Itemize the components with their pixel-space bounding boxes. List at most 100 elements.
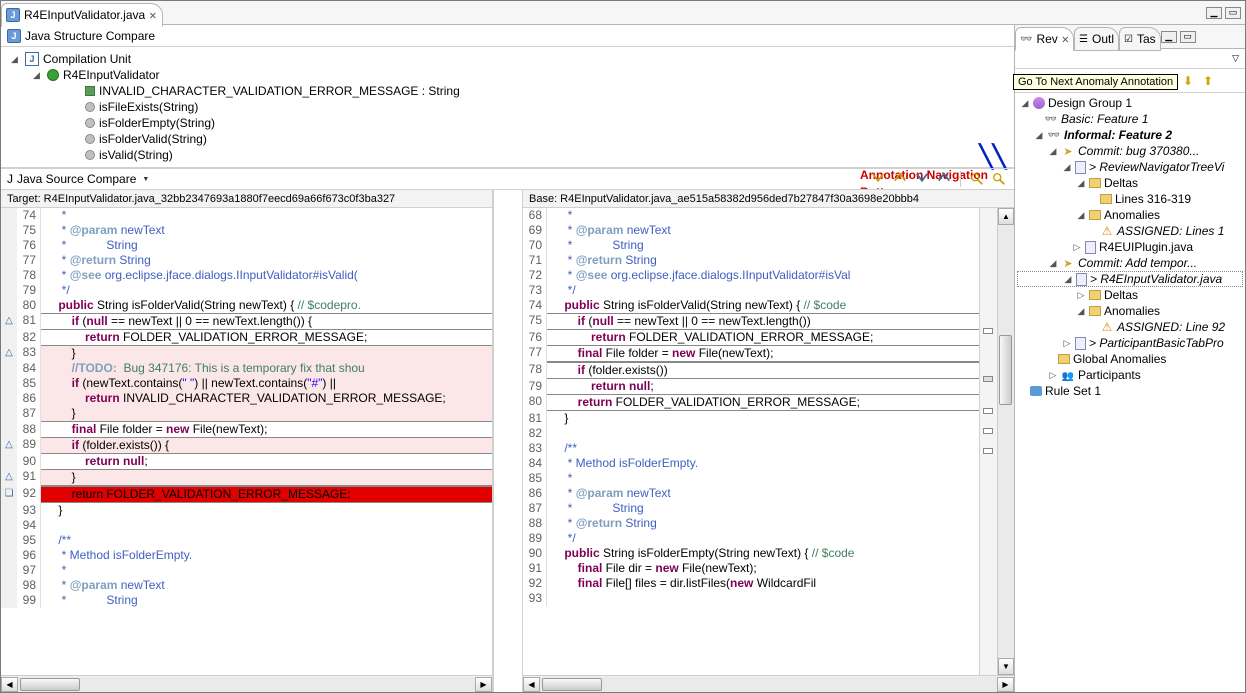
scroll-up-icon[interactable]: ▲	[998, 208, 1014, 225]
tree-node-method[interactable]: isValid(String)	[7, 147, 1008, 163]
base-scroll-v[interactable]: ▲ ▼	[997, 208, 1014, 675]
anomalies-icon	[1089, 210, 1101, 220]
group-icon	[1033, 97, 1045, 109]
tree-node-selected[interactable]: ◢> R4EInputValidator.java	[1017, 271, 1243, 287]
tree-node-method[interactable]: isFolderValid(String)	[7, 131, 1008, 147]
outline-icon: ☰	[1079, 34, 1088, 45]
file-icon	[1076, 273, 1087, 286]
next-diff-button[interactable]	[869, 170, 887, 188]
file-icon	[1075, 337, 1086, 350]
tree-node[interactable]: 👓Basic: Feature 1	[1017, 111, 1243, 127]
file-icon	[1085, 241, 1096, 254]
target-header: Target: R4EInputValidator.java_32bb23476…	[1, 190, 492, 208]
warn-icon	[1100, 224, 1114, 238]
warn-icon	[1100, 320, 1114, 334]
source-compare-title: Java Source Compare	[17, 172, 136, 186]
tree-node[interactable]: ◢👓Informal: Feature 2	[1017, 127, 1243, 143]
minimize-button[interactable]: ▁	[1161, 31, 1177, 43]
java-file-icon: J	[6, 8, 20, 22]
tree-node[interactable]: ▷Participants	[1017, 367, 1243, 383]
tree-node[interactable]: ◢Design Group 1	[1017, 95, 1243, 111]
tree-node[interactable]: ▷> ParticipantBasicTabPro	[1017, 335, 1243, 351]
expand-icon[interactable]: ◢	[11, 54, 21, 65]
source-compare-toolbar: J Java Source Compare ▼	[1, 168, 1014, 190]
close-icon[interactable]: ✕	[149, 8, 156, 22]
tree-node[interactable]: ◢Commit: Add tempor...	[1017, 255, 1243, 271]
prev-diff-button[interactable]	[891, 170, 909, 188]
scroll-left-icon[interactable]: ◀	[523, 677, 540, 692]
tab-outline[interactable]: ☰ Outl	[1074, 27, 1119, 51]
editor-tab-title: R4EInputValidator.java	[24, 8, 145, 22]
expand-icon[interactable]: ◢	[33, 70, 43, 81]
method-icon	[85, 134, 95, 144]
java-icon: J	[7, 172, 13, 186]
compilation-unit-icon: J	[25, 52, 39, 66]
tree-node[interactable]: ◢Anomalies	[1017, 207, 1243, 223]
editor-tab-active[interactable]: J R4EInputValidator.java ✕	[1, 3, 163, 27]
tab-tasks[interactable]: ☑ Tas	[1119, 27, 1161, 51]
java-icon: J	[7, 29, 21, 43]
tree-node[interactable]: ◢Commit: bug 370380...	[1017, 143, 1243, 159]
compare-connector	[493, 190, 523, 692]
tree-node[interactable]: ◢Anomalies	[1017, 303, 1243, 319]
base-header: Base: R4EInputValidator.java_ae515a58382…	[523, 190, 1014, 208]
tree-node[interactable]: Global Anomalies	[1017, 351, 1243, 367]
scroll-down-icon[interactable]: ▼	[998, 658, 1014, 675]
next-change-button[interactable]	[913, 170, 931, 188]
anomalies-icon	[1089, 306, 1101, 316]
base-pane: Base: R4EInputValidator.java_ae515a58382…	[523, 190, 1014, 692]
file-icon	[1075, 161, 1086, 174]
scroll-right-icon[interactable]: ▶	[475, 677, 492, 692]
tasks-icon: ☑	[1124, 34, 1133, 45]
deltas-icon	[1089, 290, 1101, 300]
tree-node-method[interactable]: isFileExists(String)	[7, 99, 1008, 115]
delta-icon	[1100, 194, 1112, 204]
tree-node[interactable]: ASSIGNED: Lines 1	[1017, 223, 1243, 239]
field-icon	[85, 86, 95, 96]
dropdown-icon[interactable]: ▼	[142, 176, 149, 183]
minimize-button[interactable]: ▁	[1206, 7, 1222, 19]
tree-node-compilation-unit[interactable]: ◢ J Compilation Unit	[7, 51, 1008, 67]
prev-change-button[interactable]	[935, 170, 953, 188]
tree-node-field[interactable]: INVALID_CHARACTER_VALIDATION_ERROR_MESSA…	[7, 83, 1008, 99]
structure-compare-header: J Java Structure Compare	[1, 25, 1014, 47]
close-icon[interactable]: ✕	[1062, 32, 1069, 46]
editor-window-controls: ▁ ▭	[1206, 1, 1245, 24]
method-icon	[85, 150, 95, 160]
right-tab-bar: 👓 Rev ✕ ☰ Outl ☑ Tas ▁ ▭	[1015, 25, 1245, 49]
scroll-left-icon[interactable]: ◀	[1, 677, 18, 692]
tree-node[interactable]: ▷R4EUIPlugin.java	[1017, 239, 1243, 255]
prev-anomaly-button[interactable]	[990, 170, 1008, 188]
tree-node[interactable]: ASSIGNED: Line 92	[1017, 319, 1243, 335]
structure-compare-title: Java Structure Compare	[25, 29, 155, 43]
compare-view: Target: R4EInputValidator.java_32bb23476…	[1, 190, 1014, 692]
tree-node[interactable]: ◢> ReviewNavigatorTreeVi	[1017, 159, 1243, 175]
right-panel: 👓 Rev ✕ ☰ Outl ☑ Tas ▁ ▭ ▽ 🔗 📄 ⇤	[1015, 25, 1245, 692]
base-scroll-h[interactable]: ◀ ▶	[523, 675, 1014, 692]
structure-tree: ◢ J Compilation Unit ◢ R4EInputValidator…	[1, 47, 1014, 168]
target-code[interactable]: 74 *75 * @param newText76 * String77 * @…	[1, 208, 492, 675]
view-menu-icon[interactable]: ▽	[1232, 53, 1239, 64]
tab-review[interactable]: 👓 Rev ✕	[1015, 27, 1074, 51]
tree-node-class[interactable]: ◢ R4EInputValidator	[7, 67, 1008, 83]
scroll-right-icon[interactable]: ▶	[997, 677, 1014, 692]
tree-node[interactable]: Lines 316-319	[1017, 191, 1243, 207]
next-anomaly-button[interactable]	[968, 170, 986, 188]
tree-node-method[interactable]: isFolderEmpty(String)	[7, 115, 1008, 131]
deltas-icon	[1089, 178, 1101, 188]
maximize-button[interactable]: ▭	[1225, 7, 1241, 19]
tooltip: Go To Next Anomaly Annotation	[1013, 74, 1178, 90]
up-arrow-icon[interactable]: ⬆	[1199, 72, 1217, 90]
tree-node[interactable]: ▷Deltas	[1017, 287, 1243, 303]
base-code[interactable]: 68 *69 * @param newText70 * String71 * @…	[523, 208, 979, 675]
commit-icon	[1061, 256, 1075, 270]
tree-node[interactable]: Rule Set 1	[1017, 383, 1243, 399]
down-arrow-icon[interactable]: ⬇	[1179, 72, 1197, 90]
target-scroll-h[interactable]: ◀ ▶	[1, 675, 492, 692]
review-icon: 👓	[1047, 128, 1061, 142]
overview-ruler[interactable]	[979, 208, 997, 675]
maximize-button[interactable]: ▭	[1180, 31, 1196, 43]
tree-node[interactable]: ◢Deltas	[1017, 175, 1243, 191]
binoculars-icon: 👓	[1020, 34, 1032, 45]
editor-tab-bar: J R4EInputValidator.java ✕ ▁ ▭	[1, 1, 1245, 25]
